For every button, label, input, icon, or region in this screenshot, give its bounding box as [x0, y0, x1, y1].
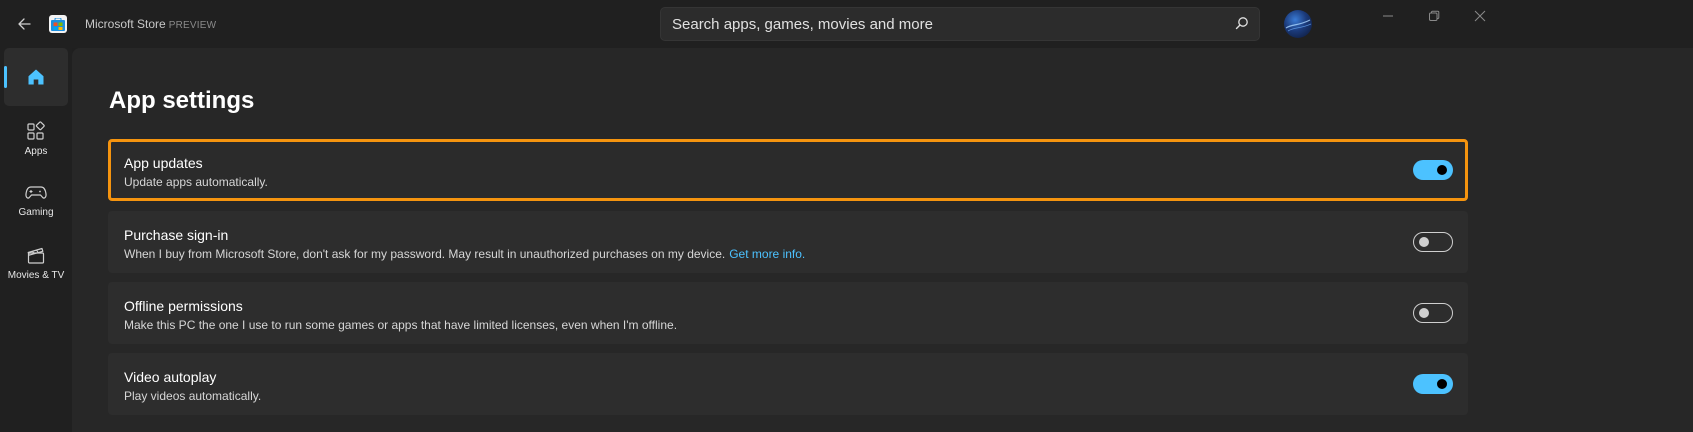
- title-bar: Microsoft Store PREVIEW: [0, 0, 1693, 48]
- setting-description: Play videos automatically.: [124, 389, 262, 403]
- offline-permissions-toggle[interactable]: [1413, 303, 1453, 323]
- app-updates-toggle[interactable]: [1413, 160, 1453, 180]
- back-button[interactable]: [12, 12, 36, 36]
- restore-icon: [1429, 10, 1440, 21]
- arrow-left-icon: [18, 18, 31, 30]
- setting-title: Purchase sign-in: [124, 227, 229, 243]
- setting-description: When I buy from Microsoft Store, don't a…: [124, 247, 806, 261]
- minimize-button[interactable]: [1368, 4, 1408, 28]
- setting-card-app-updates[interactable]: App updates Update apps automatically.: [108, 139, 1468, 201]
- page-title: App settings: [109, 87, 255, 114]
- toggle-knob: [1419, 308, 1429, 318]
- setting-title: Video autoplay: [124, 369, 217, 385]
- restore-button[interactable]: [1414, 4, 1454, 28]
- sidebar-item-apps[interactable]: Apps: [4, 110, 68, 168]
- setting-description: Update apps automatically.: [124, 175, 268, 189]
- minimize-icon: [1383, 15, 1393, 17]
- purchase-sign-in-toggle[interactable]: [1413, 232, 1453, 252]
- search-input[interactable]: [661, 8, 1221, 40]
- active-indicator: [4, 66, 7, 88]
- setting-title: App updates: [124, 155, 203, 171]
- apps-icon: [27, 121, 45, 140]
- main-content: App settings App updates Update apps aut…: [72, 48, 1693, 432]
- gamepad-icon: [25, 186, 47, 199]
- clapperboard-icon: [27, 247, 45, 264]
- video-autoplay-toggle[interactable]: [1413, 374, 1453, 394]
- toggle-knob: [1419, 237, 1429, 247]
- setting-card-offline-permissions: Offline permissions Make this PC the one…: [108, 282, 1468, 344]
- microsoft-store-logo-icon: [49, 15, 67, 33]
- navigation-sidebar: Apps Gaming Movies & TV: [0, 48, 72, 432]
- sidebar-item-home[interactable]: [4, 48, 68, 106]
- search-icon: [1235, 17, 1248, 30]
- preview-badge: PREVIEW: [168, 20, 217, 31]
- setting-card-purchase-sign-in: Purchase sign-in When I buy from Microso…: [108, 211, 1468, 273]
- sidebar-item-label: Apps: [24, 146, 48, 157]
- sidebar-item-gaming[interactable]: Gaming: [4, 172, 68, 230]
- search-box: [660, 7, 1260, 41]
- home-icon: [28, 69, 44, 85]
- setting-title: Offline permissions: [124, 298, 243, 314]
- close-icon: [1474, 10, 1486, 22]
- sidebar-item-label: Gaming: [18, 207, 54, 218]
- sidebar-item-label: Movies & TV: [7, 270, 65, 281]
- app-name: Microsoft Store: [85, 17, 166, 31]
- search-button[interactable]: [1235, 16, 1251, 32]
- toggle-knob: [1437, 379, 1447, 389]
- sidebar-item-movies-tv[interactable]: Movies & TV: [4, 234, 68, 292]
- toggle-knob: [1437, 165, 1447, 175]
- get-more-info-link[interactable]: Get more info.: [729, 247, 805, 261]
- setting-card-video-autoplay: Video autoplay Play videos automatically…: [108, 353, 1468, 415]
- user-avatar[interactable]: [1284, 10, 1312, 38]
- close-button[interactable]: [1460, 4, 1500, 28]
- setting-description: Make this PC the one I use to run some g…: [124, 318, 678, 332]
- app-title: Microsoft Store PREVIEW: [85, 17, 216, 31]
